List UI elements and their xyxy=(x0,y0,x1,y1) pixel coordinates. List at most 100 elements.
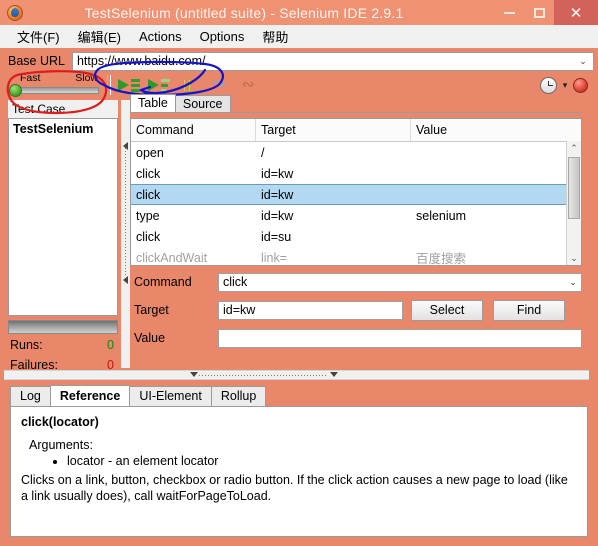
speed-fast-label: Fast xyxy=(20,72,41,84)
list-item[interactable]: TestSelenium xyxy=(9,119,117,139)
window-title: TestSelenium (untitled suite) - Selenium… xyxy=(84,4,404,21)
title-bar: TestSelenium (untitled suite) - Selenium… xyxy=(0,0,598,25)
menu-options[interactable]: Options xyxy=(191,27,254,46)
splitter-grip-horizontal xyxy=(199,375,327,376)
pause-resume-button[interactable] xyxy=(176,74,204,105)
splitter-grip xyxy=(125,148,126,276)
command-input[interactable]: click ⌄ xyxy=(218,272,582,292)
select-button[interactable]: Select xyxy=(411,299,483,321)
table-row[interactable]: click id=su xyxy=(131,226,581,247)
cell-command: click xyxy=(136,187,161,202)
bottom-tabs: Log Reference UI-Element Rollup xyxy=(10,385,588,407)
chevron-down-icon[interactable]: ⌄ xyxy=(575,56,593,67)
reference-content: click(locator) Arguments: locator - an e… xyxy=(10,407,588,537)
base-url-input[interactable]: https://www.baidu.com/ ⌄ xyxy=(71,51,594,71)
play-current-icon xyxy=(148,79,159,91)
run-all-tests-button[interactable] xyxy=(116,74,144,96)
record-button[interactable] xyxy=(573,77,588,93)
target-input[interactable]: id=kw xyxy=(218,300,403,320)
tab-reference[interactable]: Reference xyxy=(49,385,131,406)
runs-label: Runs: xyxy=(10,338,43,352)
column-header-value[interactable]: Value xyxy=(411,119,581,141)
rollup-button[interactable]: ∾ xyxy=(236,74,264,96)
scrollbar-thumb[interactable] xyxy=(568,157,580,219)
reference-description: Clicks on a link, button, checkbox or ra… xyxy=(21,473,568,503)
step-button[interactable]: ↷ xyxy=(206,74,234,96)
firefox-icon xyxy=(6,4,24,22)
tab-table[interactable]: Table xyxy=(130,94,176,112)
find-button[interactable]: Find xyxy=(493,299,565,321)
tab-ui-element[interactable]: UI-Element xyxy=(129,386,212,406)
horizontal-splitter[interactable] xyxy=(4,370,589,380)
scroll-up-arrow-icon[interactable]: ⌃ xyxy=(567,141,581,155)
column-header-target[interactable]: Target xyxy=(256,119,411,141)
clock-icon[interactable] xyxy=(540,76,557,94)
table-row[interactable]: open / xyxy=(131,142,581,163)
play-all-icon xyxy=(118,79,129,91)
tab-source[interactable]: Source xyxy=(174,95,231,112)
command-table: Command Target Value open / click id=kw … xyxy=(130,118,582,266)
collapse-up-arrow-icon-2[interactable] xyxy=(330,372,338,377)
slider-track[interactable] xyxy=(13,87,99,94)
table-row-selected[interactable]: click id=kw xyxy=(131,184,581,205)
column-header-command[interactable]: Command xyxy=(131,119,256,141)
reference-arguments-list: locator - an element locator xyxy=(21,454,577,468)
list-item: locator - an element locator xyxy=(67,454,577,468)
command-row: Command click ⌄ xyxy=(130,270,582,294)
table-row[interactable]: clickAndWait link= 百度搜索 xyxy=(131,247,581,267)
pause-icon xyxy=(183,79,197,105)
test-case-list[interactable]: TestSelenium xyxy=(8,118,118,316)
test-case-panel: Test Case TestSelenium Runs: 0 Failures:… xyxy=(8,100,118,372)
menu-actions[interactable]: Actions xyxy=(130,27,191,46)
cell-command: clickAndWait xyxy=(136,250,208,265)
cell-target: id=kw xyxy=(261,208,294,223)
value-label: Value xyxy=(134,331,166,345)
cell-command: click xyxy=(136,166,161,181)
minimize-button[interactable] xyxy=(494,0,524,25)
tab-log[interactable]: Log xyxy=(10,386,51,406)
cell-target: id=su xyxy=(261,229,292,244)
menu-file[interactable]: 文件(F) xyxy=(8,25,69,48)
base-url-value: https://www.baidu.com/ xyxy=(76,54,206,68)
chevron-down-icon[interactable]: ▾ xyxy=(557,80,573,91)
scroll-down-arrow-icon[interactable]: ⌄ xyxy=(567,251,581,265)
vertical-splitter[interactable] xyxy=(121,100,130,368)
run-current-test-button[interactable] xyxy=(146,74,174,96)
cell-target: id=kw xyxy=(261,166,294,181)
case-bars-icon xyxy=(161,79,170,92)
cell-target: / xyxy=(261,145,265,160)
cell-target: id=kw xyxy=(261,187,294,202)
command-table-header: Command Target Value xyxy=(131,119,581,142)
value-input[interactable] xyxy=(218,328,582,348)
step-icon: ↷ xyxy=(213,77,226,94)
table-vertical-scrollbar[interactable]: ⌃ ⌄ xyxy=(566,141,581,265)
command-editor-form: Command click ⌄ Target id=kw Select Find… xyxy=(130,270,582,355)
editor-tabs: Table Source xyxy=(130,94,582,113)
slider-knob[interactable] xyxy=(9,84,22,97)
maximize-button[interactable] xyxy=(524,0,554,25)
table-row[interactable]: click id=kw xyxy=(131,163,581,184)
command-value: click xyxy=(223,275,248,289)
suite-bars-icon xyxy=(131,79,140,92)
chevron-down-icon[interactable]: ⌄ xyxy=(565,277,581,288)
reference-arguments-label: Arguments: xyxy=(29,438,93,452)
tab-rollup[interactable]: Rollup xyxy=(210,386,267,406)
toolbar-separator xyxy=(107,75,111,95)
menu-edit[interactable]: 编辑(E) xyxy=(69,25,130,48)
reference-title: click(locator) xyxy=(21,415,99,429)
cell-command: click xyxy=(136,229,161,244)
table-row[interactable]: type id=kw selenium xyxy=(131,205,581,226)
base-url-label: Base URL xyxy=(8,54,65,68)
progress-bar xyxy=(8,320,118,334)
menu-help[interactable]: 帮助 xyxy=(253,25,297,48)
collapse-left-arrow-icon-2[interactable] xyxy=(123,276,128,284)
collapse-up-arrow-icon[interactable] xyxy=(190,372,198,377)
cell-command: type xyxy=(136,208,160,223)
speed-slow-label: Slow xyxy=(75,72,98,84)
command-table-body: open / click id=kw click id=kw type id=k… xyxy=(131,142,581,266)
cell-value: selenium xyxy=(416,208,467,223)
test-case-header: Test Case xyxy=(8,100,118,119)
execution-speed-slider[interactable]: Fast Slow xyxy=(7,72,102,98)
selenium-ide-window: TestSelenium (untitled suite) - Selenium… xyxy=(0,0,598,546)
close-button[interactable]: ✕ xyxy=(554,0,598,25)
